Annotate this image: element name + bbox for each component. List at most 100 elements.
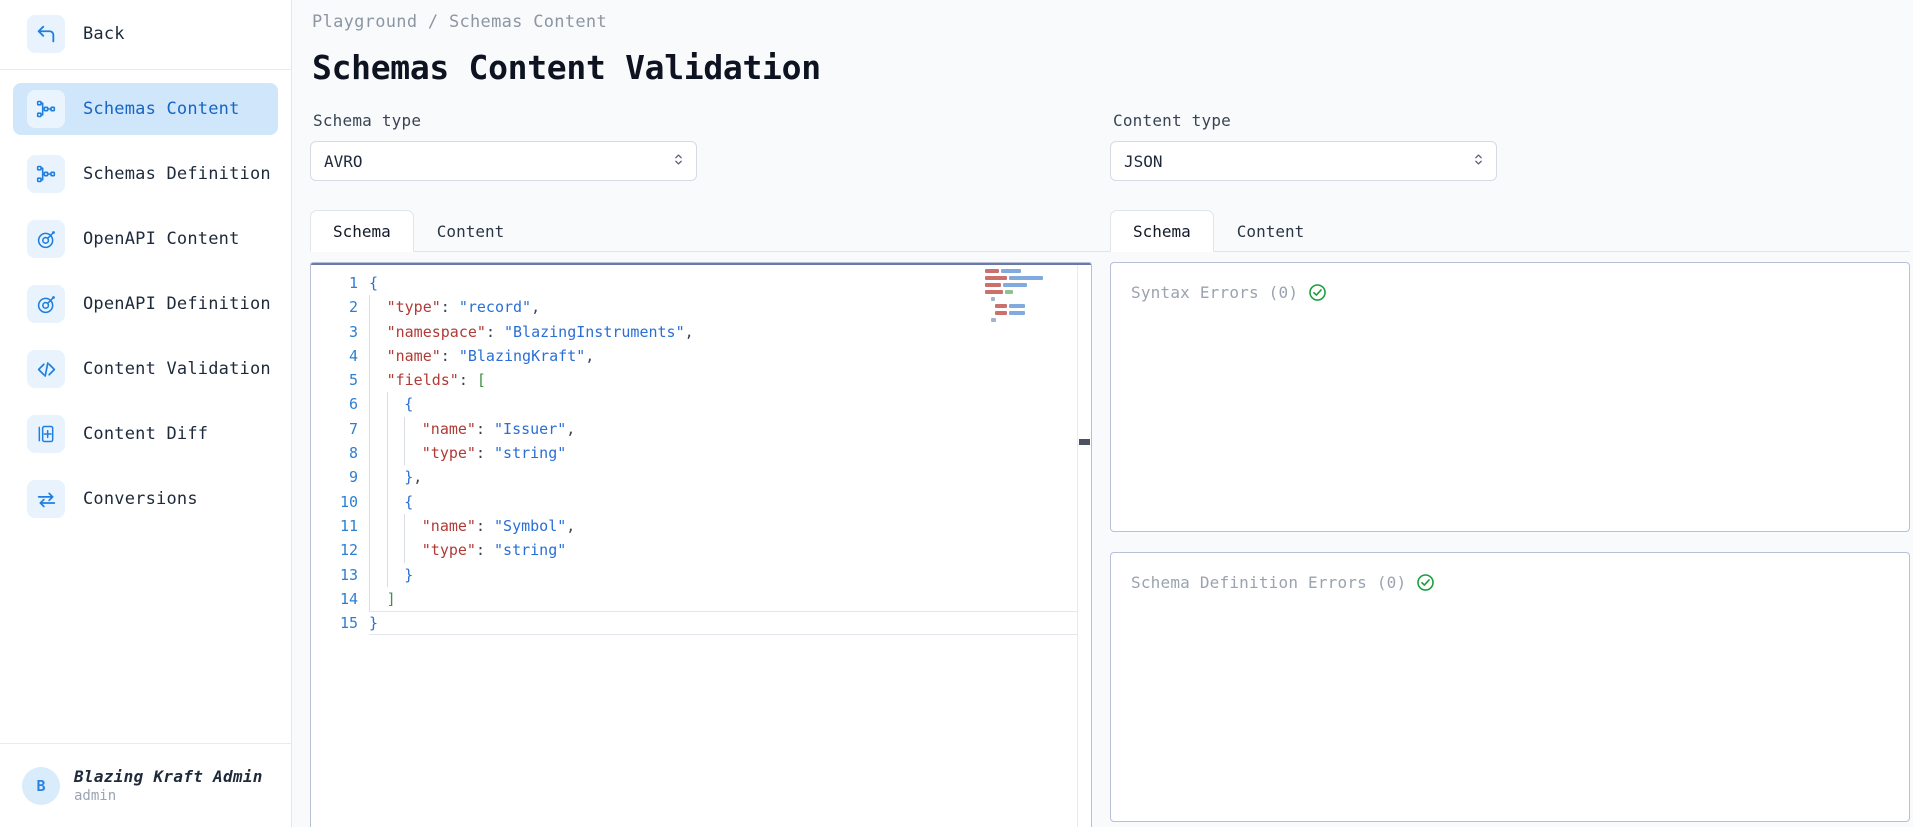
back-button-label: Back [83,24,125,44]
sidebar-item-openapi-content[interactable]: OpenAPI Content [13,213,278,265]
editor-code-line: "namespace": "BlazingInstruments", [369,319,1091,344]
indent-guide [369,586,387,612]
content-type-select[interactable]: JSON [1110,141,1497,181]
avatar: B [22,766,60,805]
editor-vertical-scrollbar[interactable] [1077,265,1091,827]
validation-panel-tabs: Schema Content [1110,209,1910,252]
editor-line-number: 14 [339,589,358,608]
user-profile[interactable]: B Blazing Kraft Admin admin [0,743,291,827]
code-token: } [369,614,379,633]
code-token: , [566,516,576,535]
sidebar-item-openapi-definition[interactable]: OpenAPI Definition [13,278,278,330]
code-token: : [440,298,459,317]
code-token: : [475,541,495,560]
chevron-updown-icon [673,152,684,171]
schema-definition-errors-box: Schema Definition Errors (0) [1110,552,1910,822]
code-token: "BlazingInstruments" [504,322,685,341]
code-token: { [404,492,414,511]
code-token: , [413,468,423,487]
code-token: } [404,565,414,584]
editor-code-line: "type": "string" [369,538,1091,563]
editor-line-number: 12 [339,541,358,560]
code-token: "record" [458,298,532,317]
code-token: , [585,346,595,365]
sidebar-item-label: OpenAPI Content [83,229,240,249]
sidebar-item-label: Content Validation [83,359,271,379]
exchange-arrows-icon [27,480,65,518]
indent-guide [386,392,405,417]
editor-code-line: "name": "BlazingKraft", [369,343,1091,369]
indent-guide [404,513,422,539]
editor-code-area[interactable]: { "type": "record", "namespace": "BlazingI… [369,263,1091,827]
panels-row: Schema type AVRO Schema Content 1 2 3 4 … [310,111,1913,827]
indent-guide [386,562,405,587]
indent-guide [404,416,422,442]
sidebar-item-content-validation[interactable]: Content Validation [13,343,278,395]
code-token: "namespace" [386,322,486,341]
schema-node-icon [27,90,65,128]
editor-code-line: "fields": [ [369,368,1091,393]
indent-guide [369,295,387,320]
editor-line-number: 11 [339,516,358,535]
code-token: "Issuer" [494,419,567,438]
code-token: { [369,274,379,292]
code-token: "string" [494,541,567,560]
sidebar: Back Schemas Content Schemas Definition … [0,0,292,827]
indent-guide [404,441,422,466]
editor-scroll-thumb[interactable] [1079,439,1090,445]
code-token: , [566,419,576,438]
schema-definition-errors-row: Schema Definition Errors (0) [1131,573,1889,592]
indent-guide [369,416,387,442]
sidebar-item-schemas-definition[interactable]: Schemas Definition [13,148,278,200]
sidebar-item-conversions[interactable]: Conversions [13,473,278,525]
app-root: Back Schemas Content Schemas Definition … [0,0,1913,827]
indent-guide [369,368,387,393]
syntax-errors-box: Syntax Errors (0) [1110,262,1910,532]
code-token: "type" [386,298,441,317]
code-brackets-icon [27,350,65,388]
user-name: Blazing Kraft Admin [74,767,263,786]
code-token: "type" [421,444,476,463]
editor-code-line: "type": "string" [369,441,1091,466]
code-token: } [404,468,414,487]
code-token: : [485,322,504,341]
indent-guide [369,538,387,563]
tab-content[interactable]: Content [414,210,527,252]
editor-line-number: 4 [348,346,358,365]
indent-guide [404,538,422,563]
user-role: admin [74,788,117,804]
breadcrumb: Playground / Schemas Content [312,12,607,32]
tab-content-results[interactable]: Content [1214,210,1327,252]
schema-type-label: Schema type [313,111,422,130]
editor-minimap[interactable] [985,269,1047,349]
code-token: "Symbol" [494,516,567,535]
code-token: , [531,298,541,317]
editor-line-number: 13 [339,565,358,584]
code-token: [ [476,371,486,390]
editor-code-line: ] [369,586,1091,612]
indent-guide [386,465,405,490]
editor-line-number: 1 [348,274,358,292]
tab-schema[interactable]: Schema [310,210,414,252]
schema-definition-errors-label: Schema Definition Errors (0) [1131,573,1407,592]
sidebar-item-schemas-content[interactable]: Schemas Content [13,83,278,135]
sidebar-item-content-diff[interactable]: Content Diff [13,408,278,460]
editor-line-number: 5 [348,371,358,390]
tab-schema-results[interactable]: Schema [1110,210,1214,252]
validation-panel: Content type JSON Schema Content Syntax … [1110,111,1910,827]
back-button[interactable]: Back [13,8,278,60]
indent-guide [369,513,387,539]
editor-line-number: 3 [348,322,358,341]
editor-line-number: 6 [348,395,358,414]
openapi-icon [27,220,65,258]
sidebar-item-label: Schemas Definition [83,164,271,184]
schema-type-select[interactable]: AVRO [310,141,697,181]
code-token: "fields" [386,371,459,390]
editor-line-number: 7 [348,419,358,438]
check-circle-icon [1308,283,1327,302]
schema-node-icon [27,155,65,193]
schema-code-editor[interactable]: 1 2 3 4 5 6 7 8 9 10 11 12 13 14 15 {"type": "record",… [310,262,1092,827]
code-token: "name" [386,346,441,365]
code-token: ] [386,589,396,608]
code-token: { [404,395,414,414]
